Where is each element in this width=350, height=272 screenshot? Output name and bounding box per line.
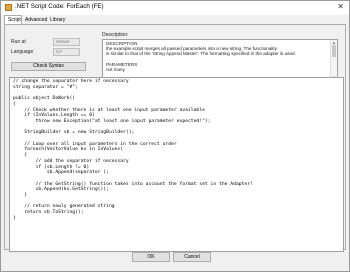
code-line: // Check whether there is at least one i…: [13, 107, 205, 113]
language-field[interactable]: C#: [53, 48, 80, 56]
script-code-window: .NET Script Code: ForEach (FE) ✕ Script …: [0, 0, 350, 272]
check-syntax-button[interactable]: Check Syntax: [11, 62, 86, 71]
description-line: not many: [106, 67, 125, 72]
code-line: // return newly generated string: [13, 204, 115, 210]
title-bar: .NET Script Code: ForEach (FE) ✕: [1, 1, 349, 15]
code-line: // add the separator if necessary: [13, 158, 129, 164]
code-text: // change the separator here if necessar…: [13, 79, 253, 222]
code-line: if (sb.Length != 0): [13, 164, 90, 170]
close-icon[interactable]: ✕: [337, 2, 344, 12]
code-line: sb.Append(separator );: [13, 170, 109, 176]
code-line: if (InValues.Length == 0): [13, 113, 95, 119]
code-line: StringBuilder sb = new StringBuilder();: [13, 130, 135, 136]
code-line: return sb.ToString();: [13, 210, 84, 216]
code-line: public object DoWork(): [13, 96, 76, 102]
code-line: // change the separator here if necessar…: [13, 79, 129, 84]
description-scrollbar[interactable]: ▲ ▼: [330, 40, 337, 80]
code-line: sb.Append(kv.GetString());: [13, 187, 109, 193]
ok-button[interactable]: OK: [132, 252, 170, 262]
script-tab-panel: Run at Server Language C# Check Syntax D…: [4, 24, 346, 252]
run-at-field[interactable]: Server: [53, 38, 80, 46]
window-title: .NET Script Code: ForEach (FE): [15, 3, 104, 10]
tab-advanced[interactable]: Advanced: [22, 16, 47, 24]
tab-library[interactable]: Library: [47, 16, 67, 24]
language-label: Language: [11, 49, 34, 55]
code-line: // the GetString() function takes into a…: [13, 181, 253, 187]
description-box[interactable]: DESCRIPTION the example script merges al…: [102, 39, 338, 81]
code-line: }: [13, 193, 28, 199]
cancel-button[interactable]: Cancel: [173, 252, 211, 262]
tab-script[interactable]: Script: [4, 15, 22, 24]
code-editor[interactable]: // change the separator here if necessar…: [9, 77, 344, 252]
app-icon: [5, 4, 12, 11]
code-line: }: [13, 215, 16, 221]
description-line: is similar to that of the 'String Append…: [106, 51, 296, 56]
code-line: // Loop over all input parameters in the…: [13, 141, 177, 147]
scroll-thumb[interactable]: [332, 45, 336, 57]
code-line: throw new Exception("at least one input …: [13, 118, 211, 124]
code-line: {: [13, 153, 28, 159]
code-line: {: [13, 101, 16, 107]
code-line: string separator = "#";: [13, 84, 78, 90]
run-at-label: Run at: [11, 39, 26, 45]
description-header: Description:: [102, 32, 129, 38]
code-line: foreach(VectorValue kv in InValues): [13, 147, 124, 153]
